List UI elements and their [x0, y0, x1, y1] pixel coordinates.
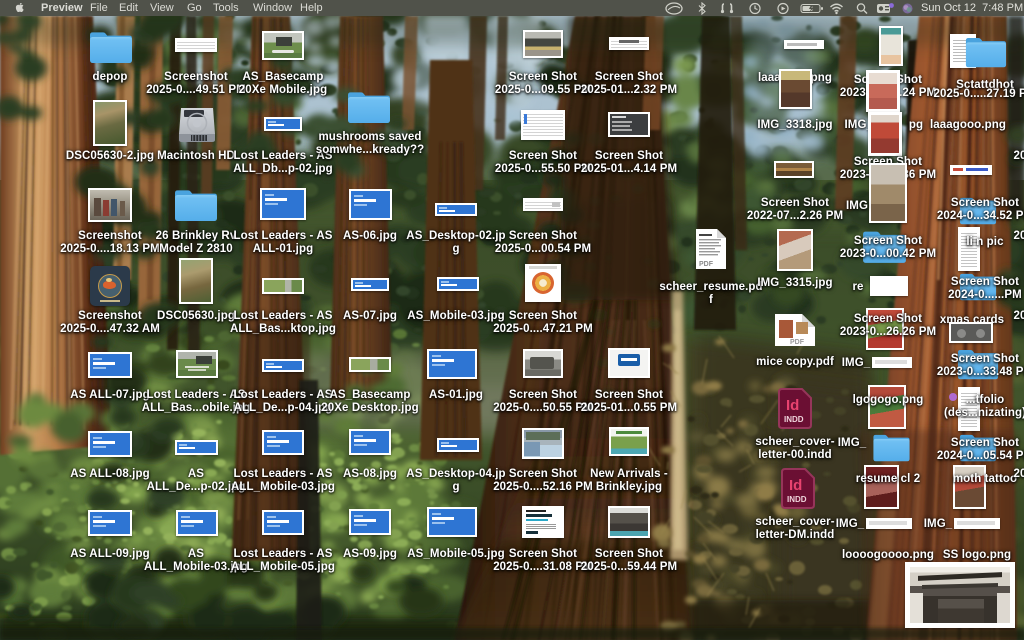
svg-text:INDD: INDD [784, 415, 804, 424]
svg-text:PDF: PDF [699, 261, 714, 268]
svg-text:Id: Id [789, 477, 802, 494]
svg-text:Id: Id [786, 397, 799, 414]
svg-text:PDF: PDF [790, 339, 805, 346]
svg-text:INDD: INDD [787, 495, 807, 504]
